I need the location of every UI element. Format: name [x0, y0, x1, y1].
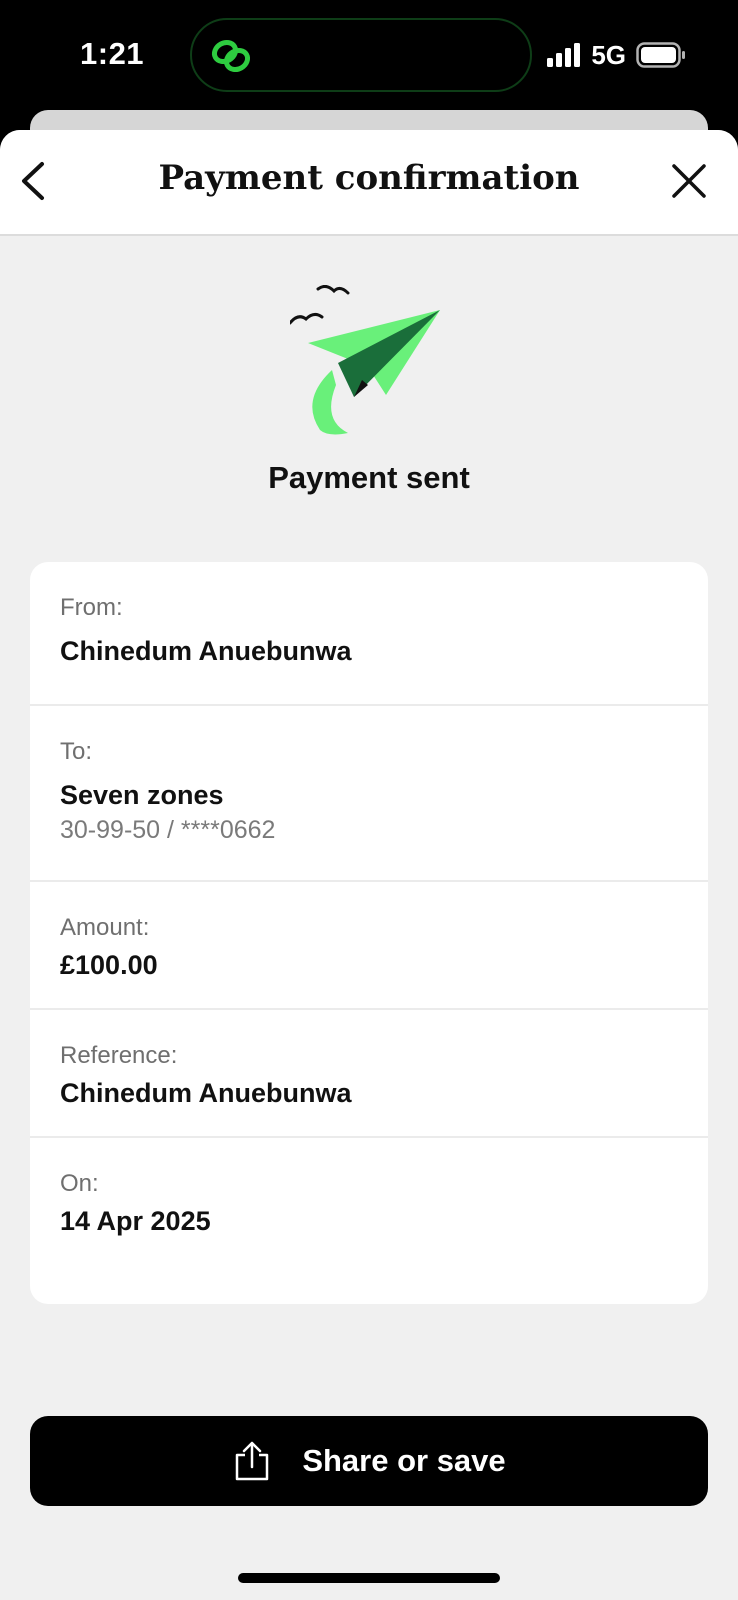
to-account-number: 30-99-50 / ****0662: [60, 816, 276, 844]
detail-row-from: From: Chinedum Anuebunwa: [30, 562, 708, 706]
reference-label: Reference:: [60, 1042, 178, 1069]
to-label: To:: [60, 738, 93, 765]
from-label: From:: [60, 594, 123, 621]
link-app-icon: [211, 39, 251, 73]
share-button-label: Share or save: [302, 1443, 506, 1478]
signal-icon: [547, 43, 581, 67]
share-icon: [236, 1441, 269, 1481]
detail-row-amount: Amount: £100.00: [30, 882, 708, 1010]
share-or-save-button[interactable]: Share or save: [30, 1416, 708, 1506]
on-label: On:: [60, 1170, 99, 1197]
page-title: Payment confirmation: [158, 158, 580, 198]
reference-value: Chinedum Anuebunwa: [60, 1078, 352, 1108]
home-indicator[interactable]: [238, 1573, 500, 1583]
close-icon[interactable]: [666, 158, 712, 204]
paper-plane-icon: [290, 285, 440, 435]
detail-row-to: To: Seven zones 30-99-50 / ****0662: [30, 706, 708, 882]
network-label: 5G: [591, 39, 626, 70]
payment-status-title: Payment sent: [268, 460, 470, 495]
from-value: Chinedum Anuebunwa: [60, 636, 352, 666]
detail-row-date: On: 14 Apr 2025: [30, 1138, 708, 1304]
on-value: 14 Apr 2025: [60, 1206, 211, 1236]
status-indicators: 5G: [547, 40, 686, 70]
status-bar: 1:21 5G: [0, 0, 738, 110]
amount-value: £100.00: [60, 950, 158, 980]
payment-confirmation-sheet: Payment confirmation Payment sent From: …: [0, 130, 738, 1600]
payment-details-card: From: Chinedum Anuebunwa To: Seven zones…: [30, 562, 708, 1304]
amount-label: Amount:: [60, 914, 150, 941]
dynamic-island: [190, 18, 532, 92]
to-value: Seven zones: [60, 780, 224, 810]
status-time: 1:21: [80, 36, 145, 71]
detail-row-reference: Reference: Chinedum Anuebunwa: [30, 1010, 708, 1138]
header: Payment confirmation: [0, 130, 738, 236]
battery-icon: [636, 42, 685, 68]
